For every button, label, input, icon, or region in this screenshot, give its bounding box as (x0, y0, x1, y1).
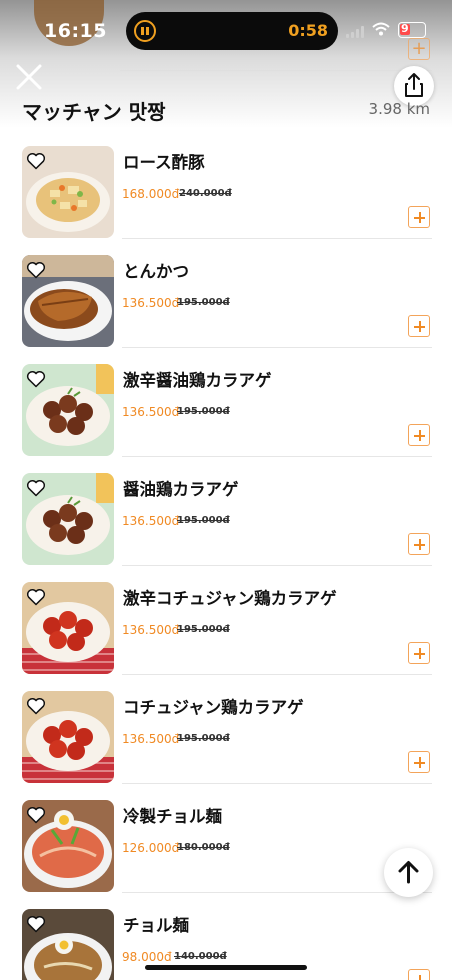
item-name: 冷製チョル麺 (123, 807, 222, 826)
add-button[interactable] (408, 533, 430, 555)
pause-icon (134, 20, 156, 42)
item-price: 136.500đ (122, 514, 180, 528)
item-price: 98.000đ (122, 950, 172, 964)
item-name: 醤油鶏カラアゲ (123, 480, 239, 499)
heart-outline-icon[interactable] (26, 588, 46, 606)
add-button[interactable] (408, 642, 430, 664)
heart-outline-icon[interactable] (26, 697, 46, 715)
store-name: マッチャン 맛짱 (22, 100, 166, 124)
status-bar: 16:15 0:58 9 (0, 0, 452, 62)
previous-item-divider (120, 70, 432, 71)
heart-outline-icon[interactable] (26, 261, 46, 279)
item-name: ロース酢豚 (123, 153, 205, 172)
heart-outline-icon[interactable] (26, 806, 46, 824)
item-divider (122, 238, 432, 239)
item-name: 激辛醤油鶏カラアゲ (123, 371, 272, 390)
item-name: チョル麺 (123, 916, 189, 935)
menu-item[interactable]: 激辛醤油鶏カラアゲ 136.500đ 195.000đ (0, 354, 452, 463)
item-original-price: 195.000đ (177, 297, 230, 308)
item-price: 126.000đ (122, 841, 180, 855)
heart-outline-icon[interactable] (26, 370, 46, 388)
dynamic-island: 0:58 (126, 12, 338, 50)
item-divider (122, 783, 432, 784)
item-name: コチュジャン鶏カラアゲ (123, 698, 304, 717)
item-original-price: 195.000đ (177, 624, 230, 635)
cellular-signal-icon (346, 26, 366, 38)
add-button[interactable] (408, 751, 430, 773)
item-original-price: 180.000đ (177, 842, 230, 853)
item-price: 136.500đ (122, 405, 180, 419)
item-price: 136.500đ (122, 296, 180, 310)
item-original-price: 140.000đ (174, 951, 227, 962)
item-original-price: 195.000đ (177, 733, 230, 744)
item-divider (122, 347, 432, 348)
status-time: 16:15 (44, 20, 107, 42)
heart-outline-icon[interactable] (26, 479, 46, 497)
home-indicator (145, 965, 307, 970)
arrow-up-icon (398, 861, 419, 884)
battery-level: 9 (401, 22, 409, 35)
timer-text: 0:58 (288, 21, 328, 40)
item-price: 136.500đ (122, 732, 180, 746)
item-name: とんかつ (123, 262, 189, 281)
item-original-price: 240.000đ (179, 188, 232, 199)
item-divider (122, 674, 432, 675)
add-button[interactable] (408, 315, 430, 337)
menu-item[interactable]: とんかつ 136.500đ 195.000đ (0, 245, 452, 354)
add-button[interactable] (408, 424, 430, 446)
distance-text: 3.98 km (368, 100, 430, 118)
battery-icon: 9 (398, 22, 426, 38)
close-icon[interactable] (14, 62, 44, 92)
menu-item[interactable]: コチュジャン鶏カラアゲ 136.500đ 195.000đ (0, 681, 452, 790)
menu-item[interactable]: 醤油鶏カラアゲ 136.500đ 195.000đ (0, 463, 452, 572)
menu-item[interactable]: 激辛コチュジャン鶏カラアゲ 136.500đ 195.000đ (0, 572, 452, 681)
heart-outline-icon[interactable] (26, 152, 46, 170)
menu-item[interactable]: ロース酢豚 168.000đ 240.000đ (0, 136, 452, 245)
heart-outline-icon[interactable] (26, 915, 46, 933)
item-original-price: 195.000đ (177, 406, 230, 417)
add-button[interactable] (408, 206, 430, 228)
item-name: 激辛コチュジャン鶏カラアゲ (123, 589, 337, 608)
item-original-price: 195.000đ (177, 515, 230, 526)
item-divider (122, 565, 432, 566)
item-divider (122, 456, 432, 457)
item-price: 168.000đ (122, 187, 180, 201)
wifi-icon (372, 22, 390, 36)
scroll-to-top-button[interactable] (384, 848, 433, 897)
item-price: 136.500đ (122, 623, 180, 637)
add-button[interactable] (408, 969, 430, 980)
